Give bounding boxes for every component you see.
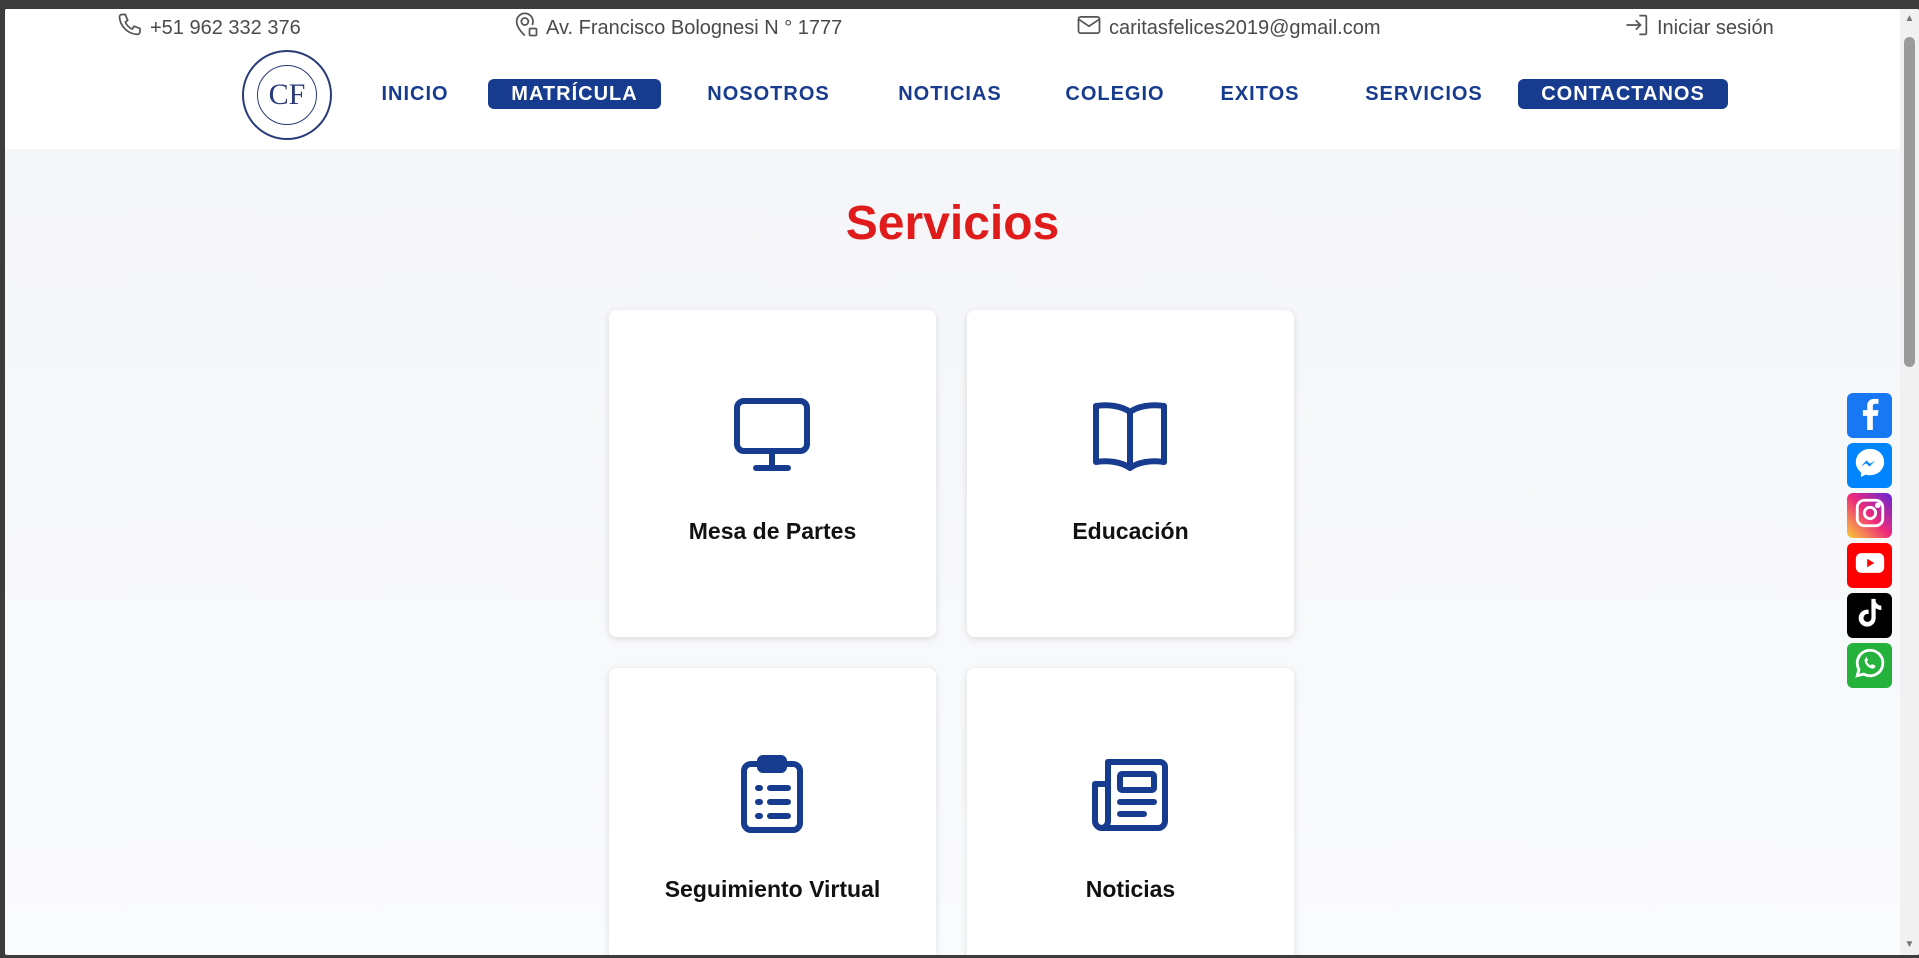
clipboard-list-icon — [732, 754, 812, 834]
nav-matricula[interactable]: MATRÍCULA — [488, 79, 661, 109]
nav-exitos[interactable]: EXITOS — [1205, 79, 1315, 109]
page-viewport: +51 962 332 376 Av. Francisco Bolognesi … — [5, 9, 1919, 955]
vertical-scrollbar[interactable]: ▲ ▼ — [1900, 9, 1919, 955]
phone-icon — [116, 11, 144, 45]
service-card-seguimiento-virtual[interactable]: Seguimiento Virtual — [609, 668, 936, 955]
mail-icon — [1075, 11, 1103, 45]
login-icon — [1623, 11, 1651, 45]
nav-servicios[interactable]: SERVICIOS — [1341, 79, 1507, 109]
main-nav: CF INICIO MATRÍCULA NOSOTROS NOTICIAS CO… — [5, 49, 1900, 149]
service-card-noticias[interactable]: Noticias — [967, 668, 1294, 955]
nav-nosotros[interactable]: NOSOTROS — [691, 79, 846, 109]
page-title: Servicios — [845, 197, 1060, 250]
facebook-button[interactable] — [1847, 393, 1892, 438]
email-info[interactable]: caritasfelices2019@gmail.com — [1075, 13, 1381, 43]
service-card-educacion[interactable]: Educación — [967, 310, 1294, 637]
youtube-icon — [1853, 546, 1887, 585]
address-text: Av. Francisco Bolognesi N ° 1777 — [546, 16, 843, 39]
card-label: Noticias — [1085, 876, 1176, 902]
top-info-bar: +51 962 332 376 Av. Francisco Bolognesi … — [5, 9, 1900, 49]
instagram-button[interactable] — [1847, 493, 1892, 538]
email-text: caritasfelices2019@gmail.com — [1109, 16, 1381, 39]
scroll-thumb[interactable] — [1904, 37, 1915, 367]
nav-contactanos[interactable]: CONTACTANOS — [1518, 79, 1728, 109]
book-icon — [1090, 396, 1170, 476]
phone-info[interactable]: +51 962 332 376 — [116, 13, 301, 43]
service-card-mesa-de-partes[interactable]: Mesa de Partes — [609, 310, 936, 637]
monitor-icon — [732, 396, 812, 476]
card-label: Educación — [1072, 518, 1189, 544]
card-label: Mesa de Partes — [688, 518, 857, 544]
login-link[interactable]: Iniciar sesión — [1623, 13, 1774, 43]
nav-colegio[interactable]: COLEGIO — [1050, 79, 1180, 109]
school-logo[interactable]: CF — [242, 50, 332, 140]
scroll-down-arrow[interactable]: ▼ — [1904, 939, 1915, 950]
whatsapp-icon — [1853, 646, 1887, 685]
messenger-icon — [1853, 446, 1887, 485]
facebook-icon — [1853, 396, 1887, 435]
location-icon — [512, 11, 540, 45]
newspaper-icon — [1090, 754, 1170, 834]
nav-inicio[interactable]: INICIO — [361, 79, 469, 109]
address-info[interactable]: Av. Francisco Bolognesi N ° 1777 — [512, 11, 843, 45]
messenger-button[interactable] — [1847, 443, 1892, 488]
scroll-up-arrow[interactable]: ▲ — [1904, 13, 1915, 24]
tiktok-icon — [1853, 596, 1887, 635]
instagram-icon — [1853, 496, 1887, 535]
tiktok-button[interactable] — [1847, 593, 1892, 638]
phone-text: +51 962 332 376 — [150, 16, 301, 39]
logo-initials: CF — [257, 65, 317, 125]
youtube-button[interactable] — [1847, 543, 1892, 588]
nav-noticias[interactable]: NOTICIAS — [875, 79, 1025, 109]
whatsapp-button[interactable] — [1847, 643, 1892, 688]
login-text: Iniciar sesión — [1657, 16, 1774, 39]
card-label: Seguimiento Virtual — [664, 876, 881, 902]
